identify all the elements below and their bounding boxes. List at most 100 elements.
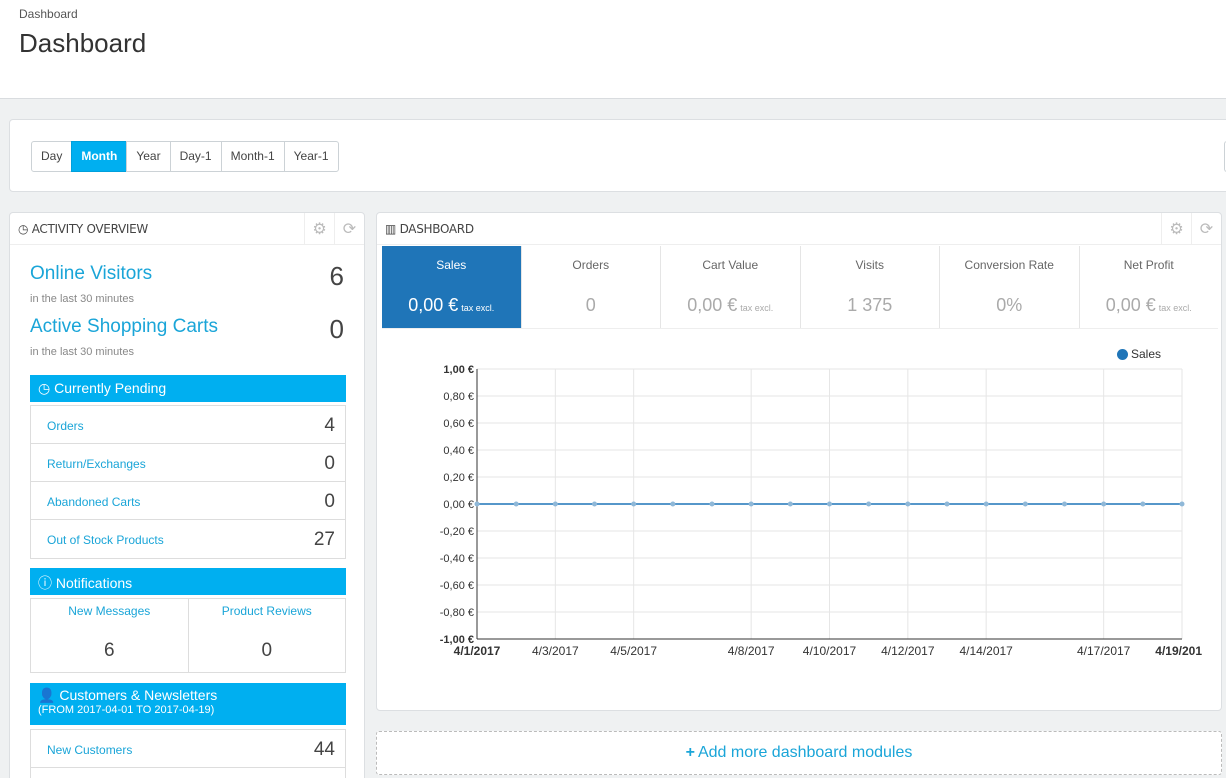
x-tick-label: 4/14/2017 (959, 644, 1013, 658)
x-tick-label: 4/19/201 (1155, 644, 1202, 658)
product-reviews-link[interactable]: Product Reviews (189, 604, 346, 618)
active-carts-link[interactable]: Active Shopping Carts (30, 316, 218, 338)
data-point (748, 501, 754, 507)
kpi-number: 0,00 € (1105, 295, 1156, 315)
customers-list: New Customers 44 (30, 729, 346, 778)
y-tick-label: 0,40 € (443, 445, 474, 457)
user-icon: 👤 (38, 687, 56, 703)
range-day-minus-1-button[interactable]: Day-1 (169, 141, 222, 172)
list-item: Out of Stock Products 27 (31, 520, 345, 558)
online-visitors-link[interactable]: Online Visitors (30, 263, 152, 285)
kpi-conversion-tab[interactable]: Conversion Rate 0% (939, 246, 1079, 328)
data-point (513, 501, 519, 507)
kpi-value: 0,00 € tax excl. (382, 295, 521, 316)
chart-svg: 1,00 € 0,80 € 0,60 € 0,40 € 0,20 € 0,00 € -0,2… (440, 364, 1203, 658)
pending-list: Orders 4 Return/Exchanges 0 Abandoned Ca… (30, 405, 346, 559)
range-day-button[interactable]: Day (31, 141, 73, 172)
range-year-button[interactable]: Year (126, 141, 171, 172)
page-header: Dashboard Dashboard (0, 0, 1226, 99)
dashboard-title: DASHBOARD (399, 222, 475, 236)
pending-abandoned-value: 0 (324, 491, 335, 512)
range-year-minus-1-button[interactable]: Year-1 (283, 141, 339, 172)
range-month-button[interactable]: Month (71, 141, 128, 172)
x-tick-label: 4/1/2017 (454, 644, 501, 658)
kpi-value: 0,00 € tax excl. (1080, 295, 1219, 316)
kpi-number: 1 375 (847, 295, 893, 315)
pending-returns-link[interactable]: Return/Exchanges (47, 457, 146, 471)
pending-out-of-stock-link[interactable]: Out of Stock Products (47, 533, 164, 547)
page-title: Dashboard (19, 28, 147, 58)
list-item (31, 768, 345, 778)
clock-icon: ◷ (18, 222, 29, 236)
activity-overview-panel: ◷ ACTIVITY OVERVIEW ⚙ ⟳ Online Visitors … (9, 212, 365, 778)
pending-out-of-stock-value: 27 (313, 529, 335, 550)
pending-orders-value: 4 (324, 415, 335, 436)
pending-orders-link[interactable]: Orders (47, 419, 84, 433)
online-visitors-note: in the last 30 minutes (30, 293, 134, 305)
online-visitors-count: 6 (329, 261, 344, 291)
y-tick-label: 0,60 € (443, 418, 474, 430)
panel-header: ▥ DASHBOARD ⚙ ⟳ (377, 213, 1221, 245)
data-point (592, 501, 597, 507)
kpi-tabs: Sales 0,00 € tax excl. Orders 0 Cart Valu… (382, 246, 1218, 329)
legend-swatch (1117, 348, 1128, 360)
y-tick-label: 0,80 € (443, 391, 474, 403)
kpi-net-profit-tab[interactable]: Net Profit 0,00 € tax excl. (1078, 246, 1219, 328)
data-point (670, 501, 676, 507)
new-messages-cell: New Messages 6 (31, 599, 188, 672)
pending-returns-value: 0 (324, 453, 335, 474)
new-customers-value: 44 (313, 739, 335, 760)
gear-icon[interactable]: ⚙ (304, 213, 334, 245)
kpi-label: Conversion Rate (964, 258, 1054, 272)
data-point (631, 501, 637, 507)
data-point (1140, 501, 1146, 507)
date-range-group: Day Month Year Day-1 Month-1 Year-1 (31, 141, 339, 172)
pending-title: Currently Pending (54, 380, 167, 396)
kpi-label: Visits (855, 258, 884, 272)
notifications-grid: New Messages 6 Product Reviews 0 (30, 598, 346, 673)
kpi-label: Sales (436, 258, 467, 272)
new-messages-link[interactable]: New Messages (31, 604, 188, 618)
kpi-sales-tab[interactable]: Sales 0,00 € tax excl. (382, 246, 521, 328)
y-tick-label: -0,60 € (440, 580, 474, 592)
kpi-number: 0,00 € (408, 295, 459, 315)
breadcrumb[interactable]: Dashboard (19, 7, 78, 21)
notifications-section-header: ⓘ Notifications (30, 568, 346, 595)
list-item: New Customers 44 (31, 730, 345, 768)
data-point (905, 501, 911, 507)
kpi-cart-value-tab[interactable]: Cart Value 0,00 € tax excl. (660, 246, 800, 328)
pending-section-header: ◷ Currently Pending (30, 375, 346, 402)
kpi-value: 0,00 € tax excl. (661, 295, 800, 316)
refresh-icon[interactable]: ⟳ (1191, 213, 1221, 245)
kpi-value: 1 375 (801, 295, 940, 316)
kpi-orders-tab[interactable]: Orders 0 (520, 246, 661, 328)
panel-title: ▥ DASHBOARD (385, 222, 474, 236)
x-tick-label: 4/10/2017 (803, 644, 857, 658)
kpi-value: 0 (522, 295, 661, 316)
bar-chart-icon: ▥ (385, 222, 397, 236)
data-point (709, 501, 715, 507)
chart-legend: Sales (1117, 347, 1161, 361)
refresh-icon[interactable]: ⟳ (334, 213, 364, 245)
x-tick-label: 4/5/2017 (610, 644, 657, 658)
data-point (1062, 501, 1067, 507)
y-tick-label: 0,20 € (443, 472, 474, 484)
alert-icon: ⓘ (38, 575, 52, 591)
gear-icon[interactable]: ⚙ (1161, 213, 1191, 245)
plus-icon: + (685, 744, 695, 761)
kpi-unit: tax excl. (461, 303, 495, 313)
kpi-number: 0,00 € (687, 295, 738, 315)
new-customers-link[interactable]: New Customers (47, 743, 132, 757)
range-month-minus-1-button[interactable]: Month-1 (220, 141, 285, 172)
data-point (1022, 501, 1028, 507)
list-item: Return/Exchanges 0 (31, 444, 345, 482)
active-carts-note: in the last 30 minutes (30, 346, 134, 358)
pending-abandoned-link[interactable]: Abandoned Carts (47, 495, 140, 509)
kpi-visits-tab[interactable]: Visits 1 375 (799, 246, 940, 328)
add-modules-button[interactable]: + Add more dashboard modules (376, 731, 1222, 775)
x-tick-label: 4/17/2017 (1077, 644, 1131, 658)
product-reviews-value: 0 (261, 640, 273, 661)
new-messages-value: 6 (103, 640, 115, 661)
x-tick-label: 4/3/2017 (532, 644, 579, 658)
list-item: Abandoned Carts 0 (31, 482, 345, 520)
